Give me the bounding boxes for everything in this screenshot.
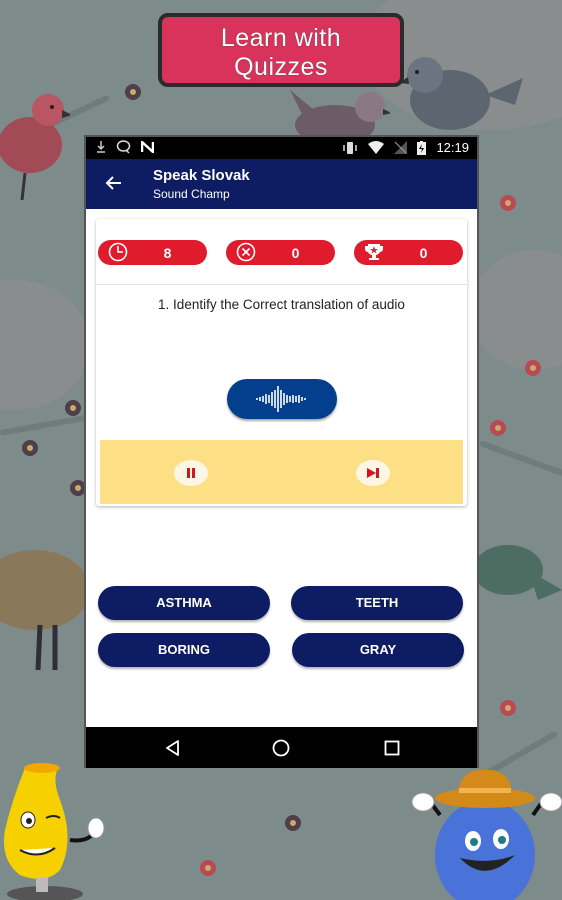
- blue-egg-mascot: [411, 769, 562, 900]
- wifi-icon: [368, 141, 385, 154]
- background-flower: [125, 84, 141, 100]
- timer-badge: 8: [98, 240, 207, 265]
- app-title: Speak Slovak: [153, 167, 250, 184]
- battery-charging-icon: [417, 140, 427, 155]
- status-bar: 12:19: [86, 137, 477, 159]
- promo-line-1: Learn with: [220, 24, 342, 52]
- bird-illustration: [0, 550, 85, 671]
- timer-value: 8: [163, 245, 172, 261]
- status-time: 12:19: [436, 140, 469, 155]
- background-branch: [478, 440, 562, 477]
- phone-frame: 12:19 Speak Slovak Sound Champ 8 0 0 1. …: [84, 135, 479, 768]
- score-value: 0: [419, 245, 428, 261]
- question-text: 1. Identify the Correct translation of a…: [158, 297, 405, 312]
- score-badge: 0: [354, 240, 463, 265]
- nav-back-icon[interactable]: [162, 737, 184, 759]
- background-flower: [285, 815, 301, 831]
- background-flower: [65, 400, 81, 416]
- app-subtitle: Sound Champ: [153, 187, 230, 201]
- arrow-left-icon: [105, 176, 121, 190]
- answer-option[interactable]: BORING: [98, 633, 270, 667]
- background-flower: [200, 860, 216, 876]
- yellow-vase-mascot: [4, 763, 105, 900]
- question-card: 8 0 0 1. Identify the Correct translatio…: [96, 219, 467, 506]
- back-button[interactable]: [100, 169, 128, 197]
- audio-controls: [100, 440, 463, 504]
- n-app-icon: [141, 141, 154, 153]
- background-cloud: [470, 250, 562, 370]
- promo-banner: Learn with Quizzes: [158, 13, 404, 87]
- background-flower: [500, 195, 516, 211]
- vibrate-icon: [343, 141, 358, 154]
- bird-illustration: [399, 57, 523, 130]
- download-icon: [97, 141, 105, 153]
- answer-option[interactable]: GRAY: [292, 633, 464, 667]
- app-bar: Speak Slovak Sound Champ: [86, 159, 477, 209]
- play-audio-button[interactable]: [227, 379, 337, 419]
- sound-wave-icon: [256, 386, 306, 412]
- pause-button[interactable]: [174, 460, 208, 486]
- nav-recents-icon[interactable]: [381, 737, 403, 759]
- background-flower: [22, 440, 38, 456]
- background-branch: [0, 414, 90, 436]
- divider: [96, 284, 467, 285]
- nav-home-icon[interactable]: [270, 737, 292, 759]
- background-flower: [490, 420, 506, 436]
- wrong-count-badge: 0: [226, 240, 335, 265]
- pause-icon: [187, 468, 195, 478]
- answer-option[interactable]: TEETH: [291, 586, 463, 620]
- no-signal-icon: [394, 141, 408, 154]
- skip-next-icon: [367, 468, 379, 478]
- skip-next-button[interactable]: [356, 460, 390, 486]
- bird-illustration: [0, 94, 70, 201]
- bird-illustration: [478, 545, 562, 600]
- quiz-content: 8 0 0 1. Identify the Correct translatio…: [86, 209, 477, 727]
- bird-illustration: [290, 90, 390, 140]
- background-flower: [500, 700, 516, 716]
- background-flower: [525, 360, 541, 376]
- background-cloud: [0, 280, 90, 410]
- answer-option[interactable]: ASTHMA: [98, 586, 270, 620]
- wrong-count-value: 0: [291, 245, 300, 261]
- promo-line-2: Quizzes: [234, 53, 328, 81]
- chat-bubble-icon: [116, 140, 131, 154]
